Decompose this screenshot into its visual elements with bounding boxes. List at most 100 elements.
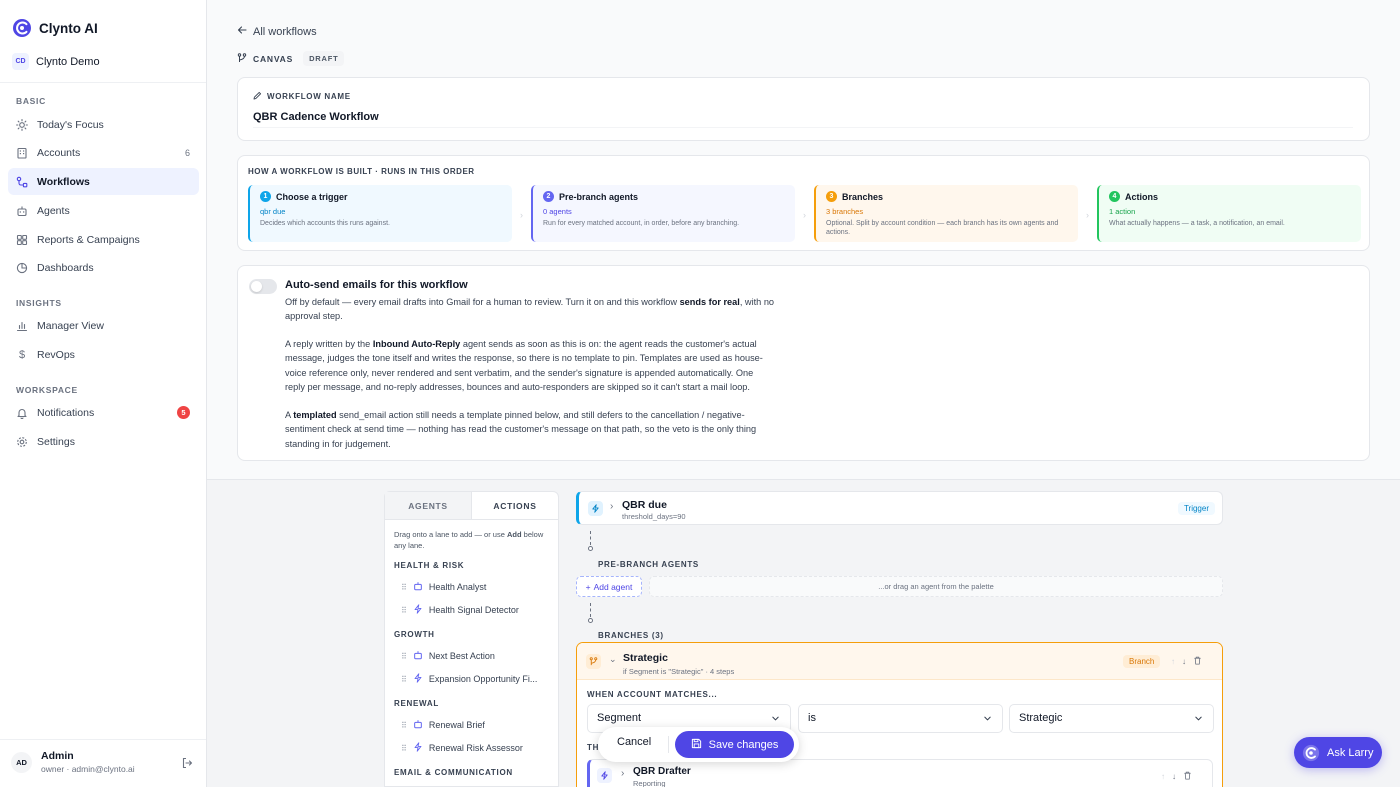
how-title: HOW A WORKFLOW IS BUILT · RUNS IN THIS O… — [248, 167, 475, 176]
save-button[interactable]: Save changes — [675, 731, 794, 758]
sidebar-item-label: Reports & Campaigns — [37, 233, 140, 246]
agent-drop-zone[interactable]: ...or drag an agent from the palette — [649, 576, 1223, 597]
move-up-icon[interactable]: ↑ — [1171, 657, 1175, 666]
workflow-name-input[interactable]: QBR Cadence Workflow — [253, 109, 1353, 128]
palette-item[interactable]: ⠿ Health Analyst — [401, 581, 486, 593]
sidebar-item-agents[interactable]: Agents — [8, 197, 199, 224]
branch-header[interactable]: ⌄ Strategic if Segment is "Strategic" · … — [577, 643, 1222, 680]
drag-handle-icon[interactable]: ⠿ — [401, 721, 407, 730]
chevron-down-icon — [983, 714, 992, 726]
agent-category: Reporting — [633, 779, 666, 787]
step-trigger[interactable]: 1 Choose a trigger qbr due Decides which … — [248, 185, 512, 242]
condition-value-select[interactable]: Strategic — [1009, 704, 1214, 733]
move-up-icon[interactable]: ↑ — [1161, 772, 1165, 781]
app-name: Clynto AI — [39, 20, 98, 36]
building-icon — [16, 147, 28, 159]
sidebar-item-reports-campaigns[interactable]: Reports & Campaigns — [8, 226, 199, 253]
sidebar-item-accounts[interactable]: Accounts 6 — [8, 139, 199, 166]
drag-handle-icon[interactable]: ⠿ — [401, 675, 407, 684]
step-value: 1 action — [1109, 207, 1136, 216]
trash-icon[interactable] — [1193, 656, 1202, 667]
sidebar-item-settings[interactable]: Settings — [8, 428, 199, 455]
back-link[interactable]: All workflows — [237, 25, 317, 38]
drag-handle-icon[interactable]: ⠿ — [401, 652, 407, 661]
trigger-config: threshold_days=90 — [622, 512, 686, 521]
workflow-name-label: WORKFLOW NAME — [253, 91, 351, 102]
palette-item[interactable]: ⠿ Renewal Brief — [401, 719, 485, 731]
auto-send-paragraph-3: A templated send_email action still need… — [285, 410, 757, 449]
dollar-icon: $ — [18, 348, 26, 361]
move-down-icon[interactable]: ↓ — [1172, 772, 1176, 781]
tab-actions[interactable]: ACTIONS — [472, 492, 558, 519]
branch-agent-node[interactable]: › QBR Drafter Reporting ↑ ↓ — [587, 759, 1213, 787]
sidebar-item-manager-view[interactable]: Manager View — [8, 312, 199, 339]
connector-line — [590, 603, 591, 617]
ask-larry-button[interactable]: Ask Larry — [1294, 737, 1382, 768]
status-badge: DRAFT — [303, 51, 345, 66]
robot-icon — [413, 581, 423, 593]
notification-badge: 5 — [177, 406, 190, 419]
step-branches[interactable]: 3 Branches 3 branches Optional. Split by … — [814, 185, 1078, 242]
logout-icon[interactable] — [181, 757, 193, 772]
palette-panel: AGENTS ACTIONS Drag onto a lane to add —… — [384, 491, 559, 787]
chevron-down-icon[interactable]: ⌄ — [609, 654, 617, 665]
bolt-icon — [597, 768, 612, 783]
branch-title: Strategic — [623, 652, 668, 664]
palette-item[interactable]: ⠿ Next Best Action — [401, 650, 495, 662]
step-number: 4 — [1109, 191, 1120, 202]
drag-handle-icon[interactable]: ⠿ — [401, 606, 407, 615]
step-description: Run for every matched account, in order,… — [543, 220, 740, 227]
auto-send-card: Auto-send emails for this workflow Off b… — [237, 265, 1370, 461]
drag-handle-icon[interactable]: ⠿ — [401, 744, 407, 753]
sidebar-item-label: RevOps — [37, 348, 75, 361]
brand[interactable]: Clynto AI — [12, 18, 98, 38]
sidebar-item-label: Settings — [37, 435, 75, 448]
palette-item[interactable]: ⠿ Expansion Opportunity Fi... — [401, 673, 537, 685]
step-actions[interactable]: 4 Actions 1 action What actually happens … — [1097, 185, 1361, 242]
chevron-right-icon[interactable]: › — [621, 768, 624, 779]
trash-icon[interactable] — [1183, 771, 1192, 782]
robot-icon — [16, 205, 28, 217]
sidebar-item-label: Agents — [37, 204, 70, 217]
sidebar-item-revops[interactable]: $ RevOps — [8, 341, 199, 368]
bolt-icon — [413, 604, 423, 616]
bolt-icon — [588, 501, 603, 516]
sidebar-item-notifications[interactable]: Notifications 5 — [8, 399, 199, 426]
clynto-logo-icon — [13, 19, 31, 37]
branches-label: BRANCHES (3) — [598, 631, 664, 640]
cancel-button[interactable]: Cancel — [617, 736, 651, 748]
chevron-down-icon — [1194, 714, 1203, 726]
user-profile[interactable]: AD Admin owner · admin@clynto.ai — [11, 750, 197, 774]
clynto-logo-icon — [1302, 744, 1320, 761]
drag-handle-icon[interactable]: ⠿ — [401, 583, 407, 592]
palette-item[interactable]: ⠿ Renewal Risk Assessor — [401, 742, 523, 754]
user-name: Admin — [41, 750, 74, 762]
branch-actions: ↑ ↓ — [1171, 656, 1202, 667]
sidebar-item-dashboards[interactable]: Dashboards — [8, 254, 199, 281]
step-description: What actually happens — a task, a notifi… — [1109, 220, 1285, 227]
sidebar-item-workflows[interactable]: Workflows — [8, 168, 199, 195]
trigger-node[interactable]: › QBR due threshold_days=90 Trigger — [576, 491, 1223, 525]
grid-icon — [16, 234, 28, 246]
org-switcher[interactable]: CD Clynto Demo — [12, 53, 100, 70]
palette-group-label: RENEWAL — [394, 699, 439, 708]
step-title: Choose a trigger — [276, 191, 348, 202]
auto-send-paragraph-1: Off by default — every email drafts into… — [285, 297, 775, 322]
step-pre-branch-agents[interactable]: 2 Pre-branch agents 0 agents Run for ever… — [531, 185, 795, 242]
tab-agents[interactable]: AGENTS — [385, 492, 472, 519]
auto-send-toggle[interactable] — [249, 279, 277, 294]
palette-item[interactable]: ⠿ Health Signal Detector — [401, 604, 519, 616]
sidebar-item-todays-focus[interactable]: Today's Focus — [8, 111, 199, 138]
save-icon — [691, 738, 702, 752]
gear-icon — [16, 436, 28, 448]
workflow-icon — [16, 176, 28, 188]
chevron-right-icon[interactable]: › — [610, 501, 613, 512]
sidebar-item-label: Today's Focus — [37, 118, 104, 131]
condition-operator-select[interactable]: is — [798, 704, 1003, 733]
auto-send-title: Auto-send emails for this workflow — [285, 279, 468, 291]
avatar: AD — [11, 751, 32, 773]
palette-hint: Drag onto a lane to add — or use Add bel… — [394, 530, 544, 551]
org-badge: CD — [12, 53, 29, 70]
add-agent-button[interactable]: + Add agent — [576, 576, 642, 597]
move-down-icon[interactable]: ↓ — [1182, 657, 1186, 666]
